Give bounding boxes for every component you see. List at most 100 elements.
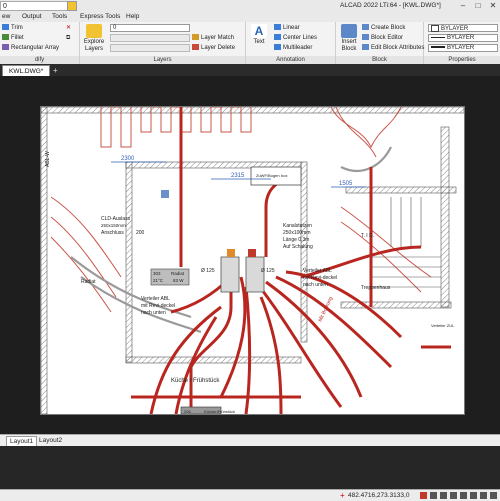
ventilation-ducts bbox=[131, 107, 451, 414]
verteiler-left-2: mit Revi-deckel bbox=[141, 303, 175, 309]
dia-125-b: Ø 125 bbox=[261, 268, 275, 274]
bottom-box-number: 206 bbox=[184, 409, 191, 414]
explore-layers-button[interactable]: Explore Layers bbox=[82, 24, 106, 53]
trim-button[interactable]: Trim bbox=[2, 24, 23, 32]
multileader-button[interactable]: Multileader bbox=[274, 44, 312, 52]
linetype-icon bbox=[431, 36, 445, 38]
command-area[interactable] bbox=[0, 446, 500, 489]
close-button[interactable]: ✕ bbox=[486, 0, 500, 12]
create-block-button[interactable]: Create Block bbox=[362, 24, 405, 32]
rect-array-button[interactable]: Rectangular Array bbox=[2, 44, 59, 52]
treppenhaus-label: Treppenhaus bbox=[361, 285, 391, 291]
edit-block-attributes-button[interactable]: Edit Block Attributes bbox=[362, 44, 424, 52]
bottom-box-label: KüchenFrühstück bbox=[204, 409, 235, 414]
title-bar: 0 ALCAD 2022 LTi:64 - [KWL.DWG*] – □ ✕ bbox=[0, 0, 500, 12]
dim-2315: 2315 bbox=[231, 173, 245, 179]
floor-plan-drawing: 2300 2315 1505 CLD-Auslass 250x150mm Ans… bbox=[41, 107, 464, 414]
abl-w-label: ABL-W bbox=[45, 151, 51, 167]
insert-block-button[interactable]: Insert Block bbox=[338, 24, 360, 53]
unit-83w: 83 W bbox=[173, 278, 184, 283]
menu-view[interactable]: ew bbox=[2, 12, 10, 22]
edit-attributes-icon bbox=[362, 44, 369, 51]
kanal-title: Kanalstutzen bbox=[283, 223, 312, 229]
new-tab-plus-icon[interactable]: + bbox=[53, 65, 58, 76]
center-lines-button[interactable]: Center Lines bbox=[274, 34, 317, 42]
anschluss-label: Anschluss bbox=[101, 230, 124, 236]
layers-group: Explore Layers 0 Layer Match Layer Delet… bbox=[80, 22, 246, 64]
multileader-icon bbox=[274, 44, 281, 51]
menu-tools[interactable]: Tools bbox=[52, 12, 67, 22]
maximize-button[interactable]: □ bbox=[471, 0, 485, 12]
kwl-note: Mit Bohrung bbox=[317, 296, 334, 323]
unit-21c: 21°C bbox=[153, 278, 164, 283]
center-lines-icon bbox=[274, 34, 281, 41]
color-swatch-icon bbox=[431, 25, 439, 32]
text-button[interactable]: A Text bbox=[249, 24, 269, 46]
status-bar: + 482.4716,273.3133,0 bbox=[0, 489, 500, 501]
linear-button[interactable]: Linear bbox=[274, 24, 300, 32]
box-label: ZuWF/Bogen bbox=[256, 173, 280, 178]
drawing-canvas[interactable]: 2300 2315 1505 CLD-Auslass 250x150mm Ans… bbox=[0, 76, 500, 434]
ortho-icon[interactable] bbox=[440, 492, 447, 499]
dim-2300: 2300 bbox=[121, 156, 135, 162]
cursor-coordinates: 482.4716,273.3133,0 bbox=[348, 492, 410, 499]
crosshair-icon[interactable]: + bbox=[340, 490, 345, 501]
layer-tools-row-2[interactable] bbox=[110, 44, 190, 52]
menu-output[interactable]: Output bbox=[22, 12, 42, 22]
layer-tools-row[interactable] bbox=[110, 34, 190, 42]
tid-block: T. I D. bbox=[361, 233, 374, 239]
verteiler-right-3: nach unten bbox=[303, 282, 328, 288]
radiator-left-label: Radiat bbox=[81, 279, 96, 285]
block-editor-icon bbox=[362, 34, 369, 41]
customize-icon[interactable] bbox=[490, 492, 497, 499]
layer-delete-icon bbox=[192, 44, 199, 51]
quick-access-button[interactable] bbox=[67, 1, 77, 11]
layer-combo[interactable]: 0 bbox=[110, 24, 190, 32]
kueche-label: Küche / Frühstück bbox=[171, 378, 220, 384]
lineweight-combo[interactable]: BYLAYER bbox=[428, 44, 498, 52]
text-icon: A bbox=[251, 24, 267, 38]
kanal-size: 250x100mm bbox=[283, 230, 311, 236]
cld-size: 250x150mm bbox=[101, 223, 126, 228]
lineweight-toggle-icon[interactable] bbox=[470, 492, 477, 499]
modify-group-label: dify bbox=[0, 56, 79, 64]
grid-icon[interactable] bbox=[430, 492, 437, 499]
menu-express-tools[interactable]: Express Tools bbox=[80, 12, 120, 22]
app-title: ALCAD 2022 LTi:64 - [KWL.DWG*] bbox=[340, 2, 441, 9]
annotation-group-label: Annotation bbox=[246, 56, 335, 64]
fillet-icon bbox=[2, 34, 9, 41]
kanal-length: Länge 0,3m bbox=[283, 237, 309, 243]
staircase bbox=[371, 197, 441, 288]
properties-group: BYLAYER BYLAYER BYLAYER Properties bbox=[424, 22, 500, 64]
settings-icon[interactable] bbox=[480, 492, 487, 499]
verteiler-right: Verteiler ABL bbox=[303, 268, 332, 274]
snap-icon[interactable] bbox=[420, 492, 427, 499]
color-combo[interactable]: BYLAYER bbox=[428, 24, 498, 32]
create-block-icon bbox=[362, 24, 369, 31]
verteiler-right-2: mit Revi-deckel bbox=[303, 275, 337, 281]
quick-access-combo[interactable]: 0 bbox=[0, 1, 70, 11]
erase-icon[interactable]: ✕ bbox=[66, 24, 71, 32]
osnap-icon[interactable] bbox=[460, 492, 467, 499]
verteiler-small: Verteiler ZUL bbox=[431, 323, 455, 328]
paper-sheet[interactable]: 2300 2315 1505 CLD-Auslass 250x150mm Ans… bbox=[40, 106, 465, 415]
tab-layout2[interactable]: Layout2 bbox=[36, 436, 65, 446]
layers-icon bbox=[86, 24, 102, 38]
block-editor-button[interactable]: Block Editor bbox=[362, 34, 403, 42]
kanal-auf: Auf Schalung bbox=[283, 244, 313, 250]
lineweight-icon bbox=[431, 46, 445, 49]
copy-icon[interactable]: ⧉ bbox=[66, 34, 70, 42]
polar-icon[interactable] bbox=[450, 492, 457, 499]
fillet-button[interactable]: Fillet bbox=[2, 34, 24, 42]
minimize-button[interactable]: – bbox=[456, 0, 470, 12]
linetype-combo[interactable]: BYLAYER bbox=[428, 34, 498, 42]
dia-125-a: Ø 125 bbox=[201, 268, 215, 274]
layer-match-button[interactable]: Layer Match bbox=[192, 34, 234, 42]
trim-icon bbox=[2, 24, 9, 31]
array-icon bbox=[2, 44, 9, 51]
menu-help[interactable]: Help bbox=[126, 12, 139, 22]
layer-delete-button[interactable]: Layer Delete bbox=[192, 44, 235, 52]
ribbon: Trim Fillet Rectangular Array ✕ ⧉ dify E… bbox=[0, 22, 500, 65]
layer-match-icon bbox=[192, 34, 199, 41]
unit-radiat: Radiat bbox=[171, 271, 185, 276]
